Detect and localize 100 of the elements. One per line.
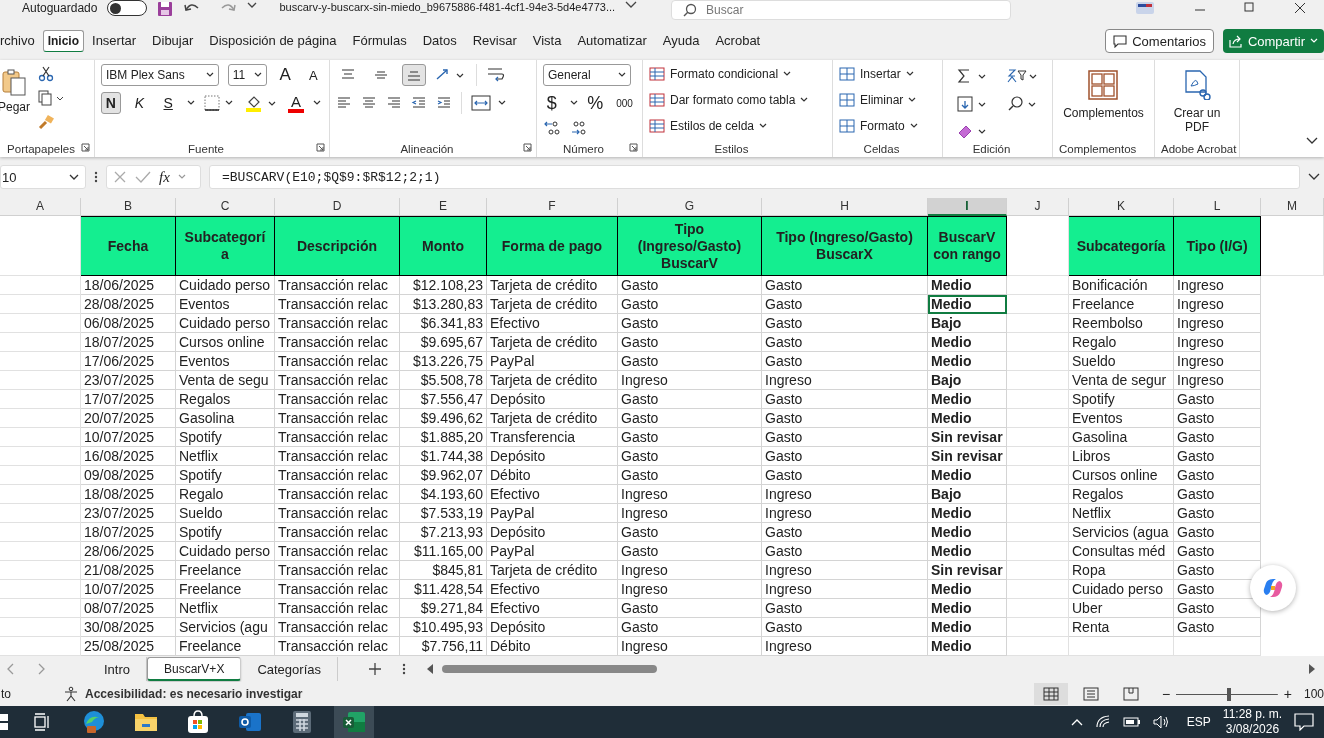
- close-icon[interactable]: [1294, 2, 1306, 14]
- wrap-text-icon[interactable]: [486, 66, 506, 84]
- accessibility-status[interactable]: Accesibilidad: es necesario investigar: [85, 687, 303, 701]
- clock-date[interactable]: 3/08/2026: [1225, 722, 1280, 737]
- insert-function-button[interactable]: fx: [159, 168, 170, 186]
- menu-tab[interactable]: rchivo: [0, 25, 43, 57]
- sort-filter-icon[interactable]: [1007, 68, 1039, 84]
- column-header[interactable]: D: [275, 198, 400, 216]
- align-right-icon[interactable]: [386, 96, 402, 110]
- column-header[interactable]: M: [1261, 198, 1324, 216]
- copy-icon[interactable]: [38, 90, 65, 106]
- accessibility-icon[interactable]: [63, 686, 79, 702]
- more-icon[interactable]: [402, 662, 406, 676]
- empty-cell[interactable]: [1007, 314, 1069, 333]
- increase-decimal-icon[interactable]: [543, 120, 561, 136]
- empty-cell[interactable]: [1007, 276, 1069, 295]
- caret-icon[interactable]: [187, 100, 195, 106]
- empty-cell[interactable]: [0, 618, 81, 637]
- browser-icon[interactable]: [82, 710, 106, 734]
- align-left-icon[interactable]: [336, 96, 352, 110]
- empty-cell[interactable]: [0, 523, 81, 542]
- empty-cell[interactable]: [1007, 523, 1069, 542]
- empty-cell[interactable]: [1007, 333, 1069, 352]
- dialog-launcher-icon[interactable]: [81, 143, 90, 152]
- share-button[interactable]: Compartir: [1222, 29, 1324, 53]
- formula-field[interactable]: =BUSCARV(E10;$Q$9:$R$12;2;1): [209, 165, 1300, 189]
- empty-cell[interactable]: [1007, 352, 1069, 371]
- empty-cell[interactable]: [0, 504, 81, 523]
- menu-tab[interactable]: Datos: [414, 25, 465, 57]
- profile-icon[interactable]: [1134, 2, 1156, 16]
- empty-cell[interactable]: [1007, 599, 1069, 618]
- battery-icon[interactable]: [1122, 717, 1141, 727]
- sheet-tab[interactable]: BuscarV+X: [147, 657, 242, 681]
- empty-cell[interactable]: [0, 276, 81, 295]
- calculator-icon[interactable]: [292, 710, 312, 734]
- previous-icon[interactable]: [6, 663, 16, 675]
- empty-cell[interactable]: [0, 333, 81, 352]
- dialog-launcher-icon[interactable]: [316, 143, 325, 152]
- sheet-tab[interactable]: Categorías: [241, 657, 338, 681]
- column-header[interactable]: C: [176, 198, 275, 216]
- empty-cell[interactable]: [0, 542, 81, 561]
- chevron-up-icon[interactable]: [1070, 718, 1083, 726]
- empty-cell[interactable]: [1007, 447, 1069, 466]
- scissors-icon[interactable]: [38, 66, 55, 82]
- spreadsheet-icon[interactable]: [342, 710, 366, 734]
- column-header[interactable]: I: [928, 198, 1007, 216]
- vertical-align-button[interactable]: [402, 64, 426, 86]
- comments-button[interactable]: Comentarios: [1105, 29, 1214, 53]
- empty-cell[interactable]: [0, 295, 81, 314]
- empty-cell[interactable]: [1007, 466, 1069, 485]
- zoom-out-button[interactable]: −: [1161, 686, 1171, 702]
- empty-cell[interactable]: [1007, 542, 1069, 561]
- add-sheet-icon[interactable]: [368, 662, 382, 676]
- empty-cell[interactable]: [1007, 428, 1069, 447]
- slider-thumb[interactable]: [1226, 687, 1231, 701]
- next-icon[interactable]: [36, 663, 46, 675]
- menu-tab[interactable]: Fórmulas: [344, 25, 415, 57]
- format-painter-icon[interactable]: [38, 114, 55, 130]
- number-format-dropdown[interactable]: General: [543, 64, 631, 86]
- mail-icon[interactable]: [238, 710, 262, 734]
- empty-cell[interactable]: [0, 447, 81, 466]
- currency-button[interactable]: $: [543, 92, 561, 114]
- notifications-icon[interactable]: [1294, 713, 1314, 731]
- empty-cell[interactable]: [1007, 504, 1069, 523]
- bold-button[interactable]: N: [101, 92, 121, 114]
- menu-tab[interactable]: Ayuda: [654, 25, 708, 57]
- windows-icon[interactable]: [0, 712, 10, 732]
- caret-icon[interactable]: [569, 100, 578, 106]
- caret-icon[interactable]: [247, 1, 258, 9]
- column-header[interactable]: A: [0, 198, 81, 216]
- empty-cell[interactable]: [1007, 618, 1069, 637]
- zoom-level[interactable]: 100: [1303, 687, 1324, 701]
- font-size-dropdown[interactable]: 11: [227, 64, 267, 86]
- styles-menu-button[interactable]: Formato condicional: [649, 64, 826, 84]
- check-icon[interactable]: [135, 170, 151, 184]
- empty-cell[interactable]: [1007, 485, 1069, 504]
- column-header[interactable]: L: [1174, 198, 1261, 216]
- empty-cell[interactable]: [1007, 561, 1069, 580]
- column-header[interactable]: K: [1069, 198, 1174, 216]
- styles-menu-button[interactable]: Estilos de celda: [649, 116, 826, 136]
- thousands-button[interactable]: 000: [613, 92, 636, 114]
- wifi-icon[interactable]: [1094, 715, 1111, 729]
- task-view-icon[interactable]: [32, 712, 52, 732]
- cells-menu-button[interactable]: Eliminar: [839, 90, 936, 110]
- underline-button[interactable]: S: [158, 92, 178, 114]
- cells-menu-button[interactable]: Insertar: [839, 64, 936, 84]
- empty-cell[interactable]: [0, 390, 81, 409]
- increase-font-button[interactable]: A: [275, 64, 295, 86]
- save-icon[interactable]: [157, 1, 174, 17]
- menu-tab[interactable]: Disposición de página: [201, 25, 345, 57]
- name-box[interactable]: 10: [0, 165, 86, 189]
- empty-cell[interactable]: [0, 561, 81, 580]
- column-header[interactable]: E: [400, 198, 487, 216]
- empty-cell[interactable]: [0, 409, 81, 428]
- caret-icon[interactable]: [313, 100, 323, 106]
- increase-indent-icon[interactable]: [436, 96, 452, 110]
- language-indicator[interactable]: ESP: [1186, 715, 1211, 729]
- percent-button[interactable]: %: [586, 92, 605, 114]
- scroll-right-icon[interactable]: [1308, 664, 1316, 674]
- italic-button[interactable]: K: [129, 92, 150, 114]
